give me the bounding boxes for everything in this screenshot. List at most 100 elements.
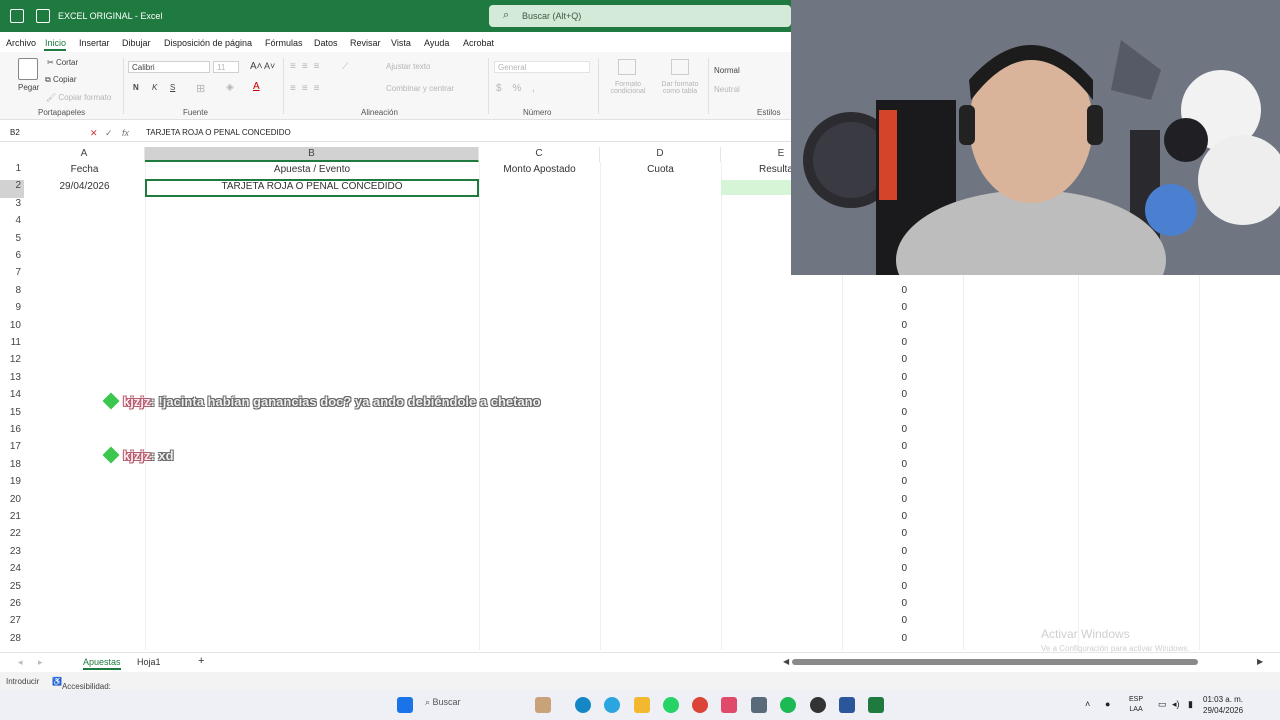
row-header[interactable]: 12: [0, 354, 24, 371]
row-header[interactable]: 3: [0, 198, 24, 215]
cell-f-value[interactable]: 0: [880, 459, 907, 470]
conditional-format-icon[interactable]: [618, 59, 636, 75]
cell-f-value[interactable]: 0: [880, 563, 907, 574]
paste-button[interactable]: Pegar: [18, 83, 39, 92]
vertical-align-icons[interactable]: ≡≡≡: [290, 61, 326, 72]
row-header[interactable]: 22: [0, 528, 24, 545]
network-icon[interactable]: ▭: [1158, 699, 1167, 710]
cell-f-value[interactable]: 0: [880, 389, 907, 400]
cell-d1[interactable]: Cuota: [600, 164, 721, 175]
widget-icon[interactable]: [535, 697, 551, 713]
tab-formulas[interactable]: Fórmulas: [265, 38, 303, 48]
cell-f-value[interactable]: 0: [880, 598, 907, 609]
fill-color-icon[interactable]: ◈: [226, 82, 234, 93]
horizontal-scrollbar[interactable]: [792, 659, 1198, 665]
tab-insertar[interactable]: Insertar: [79, 38, 110, 48]
taskbar-search[interactable]: ⌕ Buscar: [425, 697, 461, 708]
microphone-icon[interactable]: ●: [1105, 699, 1110, 709]
column-header-d[interactable]: D: [600, 147, 721, 162]
conditional-format-button[interactable]: Formato condicional: [604, 81, 652, 95]
save-icon[interactable]: [36, 9, 50, 23]
battery-icon[interactable]: ▮: [1188, 699, 1193, 710]
cell-a2[interactable]: 29/04/2026: [24, 181, 145, 192]
tab-disposicion[interactable]: Disposición de página: [164, 38, 252, 48]
horizontal-align-icons[interactable]: ≡≡≡: [290, 83, 326, 94]
font-name-select[interactable]: Calibri: [128, 61, 210, 73]
row-header[interactable]: 28: [0, 633, 24, 650]
cell-f-value[interactable]: 0: [880, 285, 907, 296]
file-explorer-icon[interactable]: [634, 697, 650, 713]
row-header[interactable]: 16: [0, 424, 24, 441]
row-header[interactable]: 13: [0, 372, 24, 389]
column-header-c[interactable]: C: [479, 147, 600, 162]
language-indicator[interactable]: ESP LAA: [1129, 695, 1143, 715]
borders-icon[interactable]: ⊞: [196, 82, 205, 95]
copy-button[interactable]: ⧉ Copiar: [45, 75, 77, 85]
grow-font-icon[interactable]: A˄: [250, 61, 263, 72]
row-header[interactable]: 11: [0, 337, 24, 354]
row-header[interactable]: 25: [0, 581, 24, 598]
taskbar-clock[interactable]: 01:03 a. m. 29/04/2026: [1203, 694, 1243, 716]
italic-button[interactable]: K: [152, 83, 157, 92]
row-header[interactable]: 24: [0, 563, 24, 580]
number-format-select[interactable]: General: [494, 61, 590, 73]
enter-icon[interactable]: ✓: [105, 128, 113, 139]
row-header[interactable]: 1: [0, 163, 24, 180]
row-header[interactable]: 15: [0, 407, 24, 424]
cell-f-value[interactable]: 0: [880, 302, 907, 313]
column-header-a[interactable]: A: [24, 147, 145, 162]
style-normal[interactable]: Normal: [714, 66, 740, 75]
cell-c1[interactable]: Monto Apostado: [479, 164, 600, 175]
calculator-icon[interactable]: [751, 697, 767, 713]
row-header[interactable]: 7: [0, 267, 24, 284]
row-header[interactable]: 20: [0, 494, 24, 511]
cell-f-value[interactable]: 0: [880, 407, 907, 418]
text-app-icon[interactable]: [721, 697, 737, 713]
cell-b1[interactable]: Apuesta / Evento: [145, 164, 479, 175]
fx-icon[interactable]: fx: [122, 128, 129, 138]
word-icon[interactable]: [839, 697, 855, 713]
bold-button[interactable]: N: [133, 83, 139, 92]
font-color-icon[interactable]: A: [253, 81, 260, 92]
cell-f-value[interactable]: 0: [880, 511, 907, 522]
cell-f-value[interactable]: 0: [880, 476, 907, 487]
cell-f-value[interactable]: 0: [880, 441, 907, 452]
excel-taskbar-icon[interactable]: [868, 697, 884, 713]
format-painter-button[interactable]: 🖌 Copiar formato: [46, 93, 111, 102]
prev-sheet-icon[interactable]: ◂: [18, 657, 23, 668]
tray-chevron-icon[interactable]: ˄: [1085, 699, 1090, 709]
row-header[interactable]: 21: [0, 511, 24, 528]
row-header[interactable]: 17: [0, 441, 24, 458]
style-neutral[interactable]: Neutral: [714, 85, 740, 94]
volume-icon[interactable]: ◂): [1172, 699, 1180, 710]
row-header[interactable]: 26: [0, 598, 24, 615]
row-header[interactable]: 4: [0, 215, 24, 232]
cut-button[interactable]: ✂ Cortar: [47, 58, 78, 67]
row-header[interactable]: 23: [0, 546, 24, 563]
format-as-table-icon[interactable]: [671, 59, 689, 75]
cell-f-value[interactable]: 0: [880, 372, 907, 383]
row-header[interactable]: 18: [0, 459, 24, 476]
row-header[interactable]: 2: [0, 180, 24, 198]
cell-f-value[interactable]: 0: [880, 633, 907, 644]
cancel-icon[interactable]: ✕: [90, 128, 98, 139]
cell-f-value[interactable]: 0: [880, 320, 907, 331]
tab-ayuda[interactable]: Ayuda: [424, 38, 449, 48]
cell-f-value[interactable]: 0: [880, 581, 907, 592]
column-header-b[interactable]: B: [145, 147, 479, 162]
tab-acrobat[interactable]: Acrobat: [463, 38, 494, 48]
cell-f-value[interactable]: 0: [880, 546, 907, 557]
windows-start-icon[interactable]: [397, 697, 413, 713]
scroll-left-icon[interactable]: ◀: [783, 657, 789, 666]
row-header[interactable]: 19: [0, 476, 24, 493]
cell-e2[interactable]: [721, 180, 791, 195]
name-box[interactable]: B2: [4, 126, 74, 140]
telegram-icon[interactable]: [604, 697, 620, 713]
cell-a1[interactable]: Fecha: [24, 164, 145, 175]
row-header[interactable]: 6: [0, 250, 24, 267]
row-header[interactable]: 9: [0, 302, 24, 319]
row-header[interactable]: 10: [0, 320, 24, 337]
orientation-icon[interactable]: ⟋: [342, 61, 348, 72]
wrap-text-button[interactable]: Ajustar texto: [386, 62, 430, 71]
cell-f-value[interactable]: 0: [880, 494, 907, 505]
